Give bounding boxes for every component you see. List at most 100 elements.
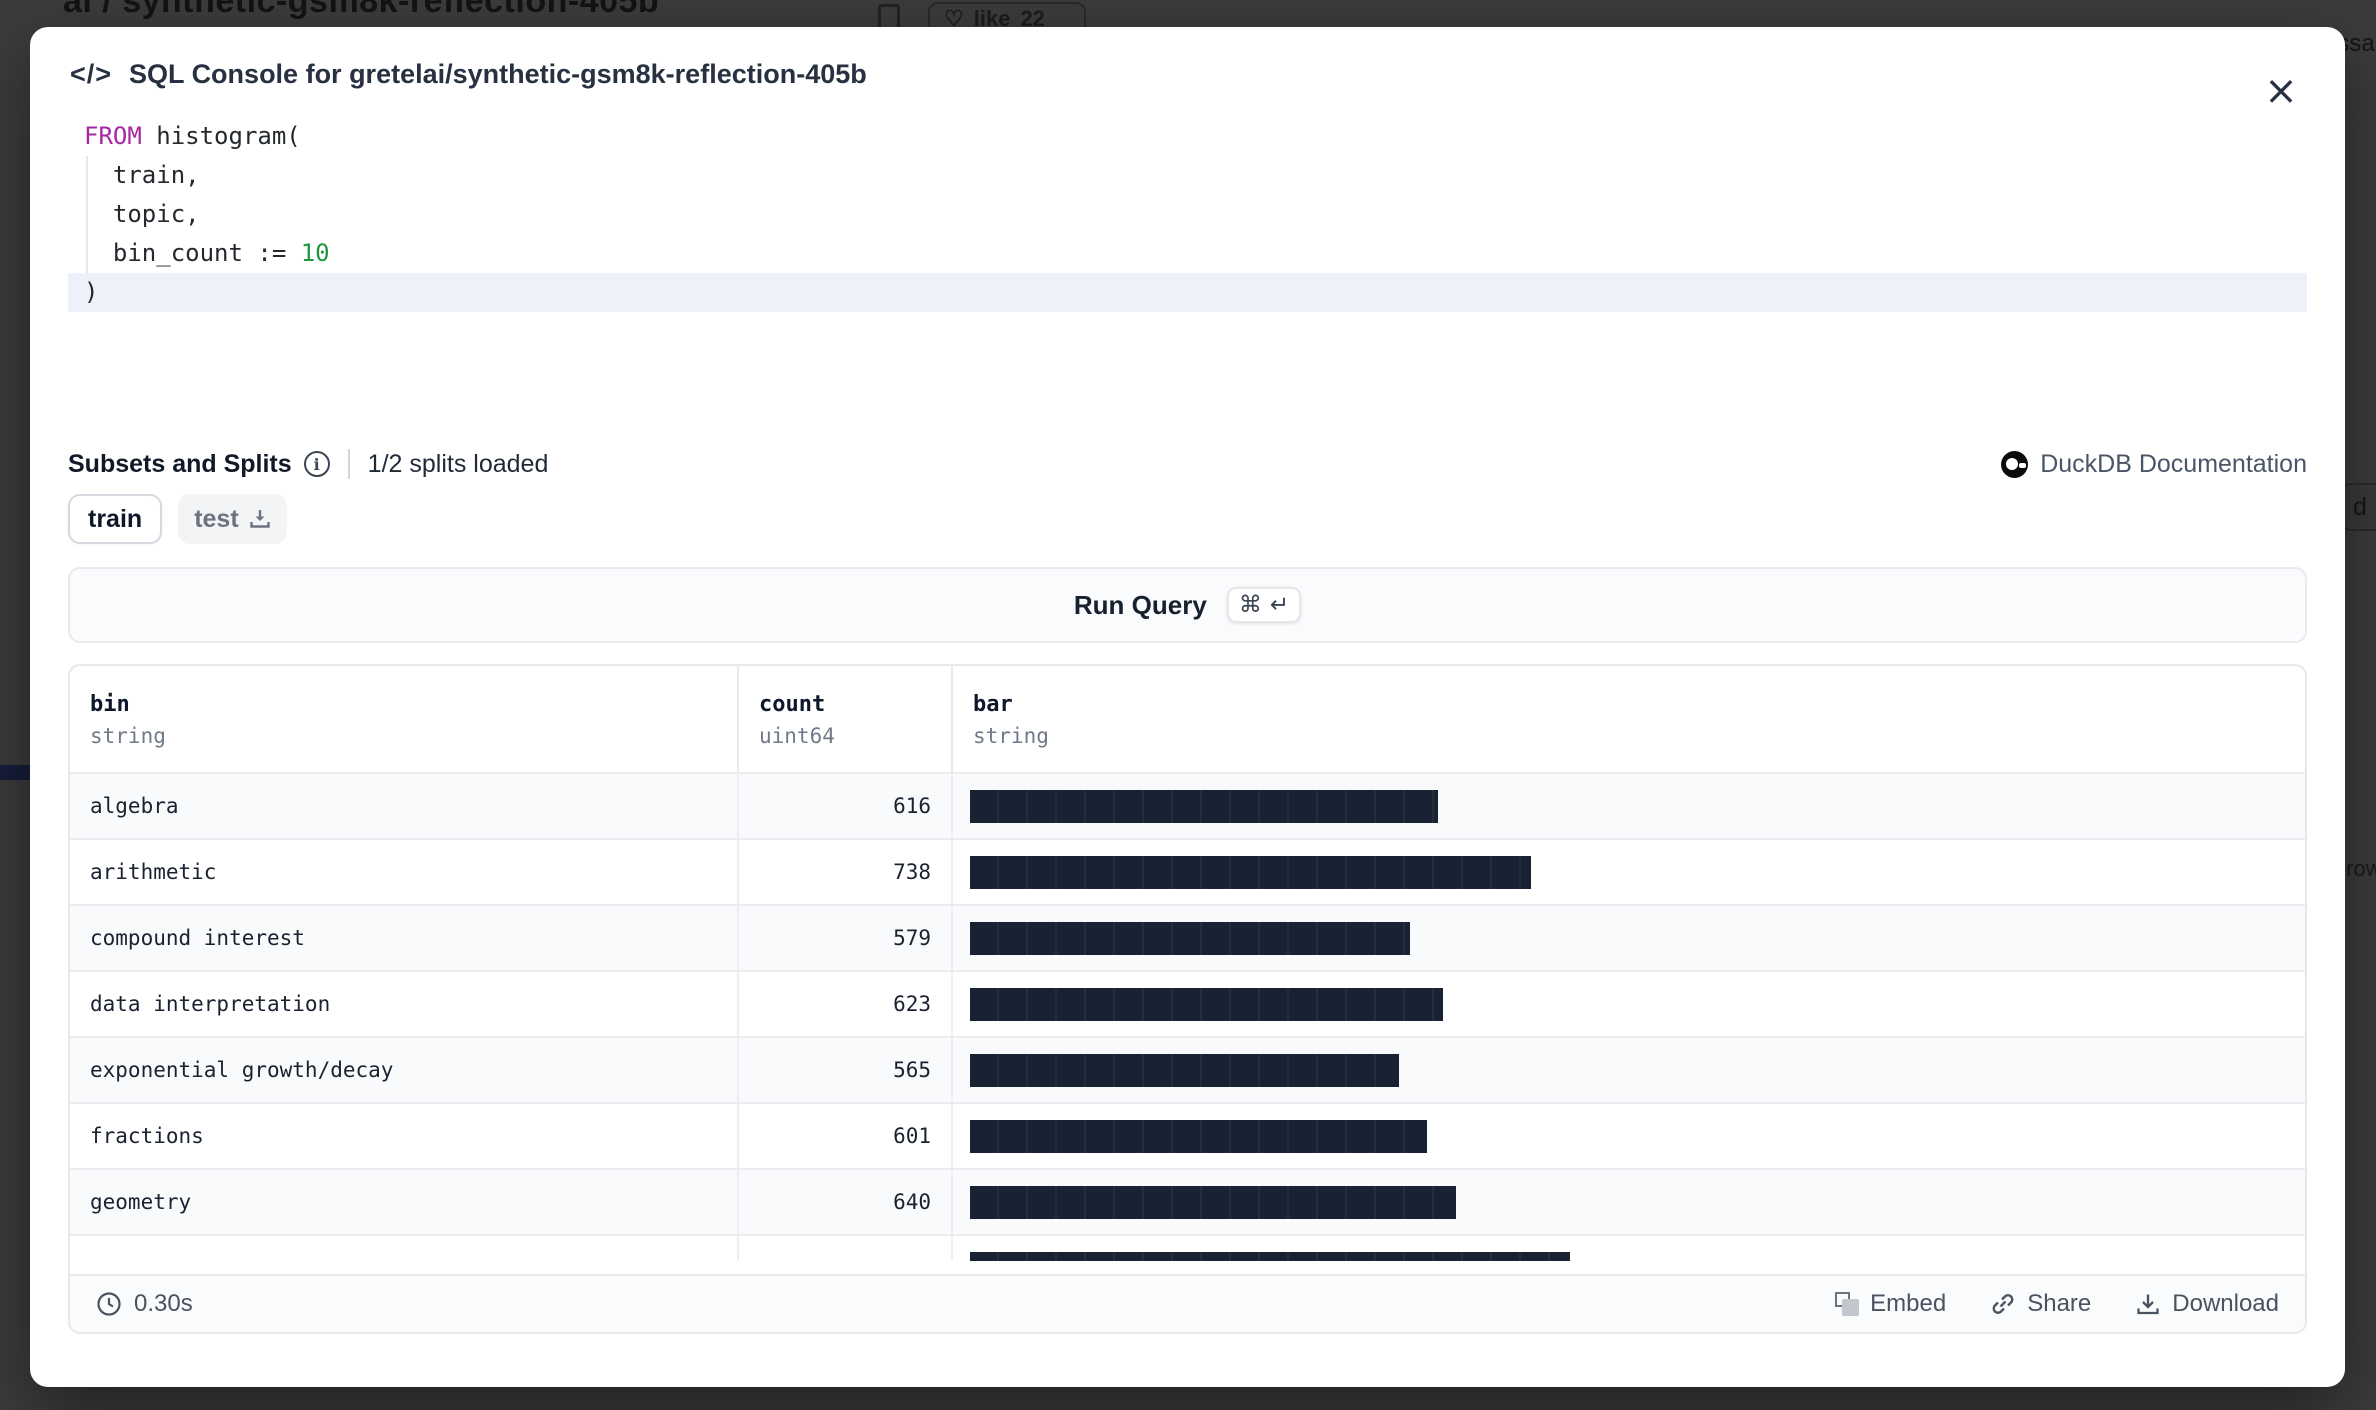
clock-icon — [96, 1291, 122, 1317]
embed-icon — [1835, 1292, 1859, 1316]
close-button[interactable]: × — [2261, 71, 2301, 111]
like-label: like — [974, 6, 1011, 27]
count-cell: 601 — [739, 1104, 953, 1168]
sql-keyword: FROM — [84, 122, 142, 150]
count-cell: 623 — [739, 972, 953, 1036]
table-row — [70, 1234, 2305, 1261]
histogram-bar — [970, 790, 1438, 823]
histogram-bar — [970, 856, 1531, 889]
keyboard-shortcut-badge: ⌘ ↵ — [1227, 587, 1301, 623]
column-type: uint64 — [759, 724, 951, 748]
histogram-bar — [970, 988, 1443, 1021]
split-test-button[interactable]: test — [178, 494, 286, 544]
query-duration: 0.30s — [96, 1290, 193, 1318]
copy-icon — [878, 4, 900, 27]
heart-icon: ♡ — [944, 6, 964, 27]
sql-editor[interactable]: FROM histogram( train, topic, bin_count … — [68, 117, 2307, 312]
count-cell: 565 — [739, 1038, 953, 1102]
divider — [348, 449, 350, 479]
duckdb-documentation-label: DuckDB Documentation — [2040, 450, 2307, 479]
download-icon — [249, 508, 271, 530]
like-count: 22 — [1020, 6, 1044, 27]
column-name: count — [759, 692, 951, 717]
split-test-label: test — [194, 505, 238, 534]
table-footer: 0.30s Embed Share — [70, 1274, 2305, 1332]
cmd-key-icon: ⌘ — [1239, 592, 1262, 618]
table-row: fractions 601 — [70, 1102, 2305, 1168]
bin-cell — [70, 1236, 739, 1261]
sql-number: 10 — [301, 239, 330, 267]
footer-actions: Embed Share Download — [1835, 1290, 2279, 1318]
download-label: Download — [2172, 1290, 2279, 1318]
indent-guide — [86, 156, 88, 273]
split-buttons: train test — [68, 494, 2307, 544]
column-type: string — [973, 724, 2305, 748]
code-line-4: bin_count := 10 — [68, 234, 2307, 273]
backdrop-button-fragment: d — [2341, 483, 2376, 531]
bin-cell: compound interest — [70, 906, 739, 970]
run-query-label: Run Query — [1074, 590, 1207, 621]
share-label: Share — [2027, 1290, 2091, 1318]
code-line-3: topic, — [68, 195, 2307, 234]
bar-cell — [953, 1104, 2305, 1168]
sql-text: histogram( — [142, 122, 301, 150]
bar-cell — [953, 1038, 2305, 1102]
count-cell: 640 — [739, 1170, 953, 1234]
enter-key-icon: ↵ — [1270, 592, 1289, 618]
count-cell: 738 — [739, 840, 953, 904]
count-cell: 616 — [739, 774, 953, 838]
splits-row: Subsets and Splits i 1/2 splits loaded D… — [68, 449, 2307, 479]
table-row: compound interest 579 — [70, 904, 2305, 970]
share-button[interactable]: Share — [1990, 1290, 2091, 1318]
modal-header: </> SQL Console for gretelai/synthetic-g… — [70, 51, 2305, 97]
count-cell: 579 — [739, 906, 953, 970]
duration-label: 0.30s — [134, 1290, 193, 1318]
count-cell — [739, 1236, 953, 1261]
code-line-1: FROM histogram( — [68, 117, 2307, 156]
duckdb-logo-icon — [2001, 451, 2028, 478]
column-header-bin: bin string — [70, 666, 739, 772]
embed-label: Embed — [1870, 1290, 1946, 1318]
column-header-count: count uint64 — [739, 666, 953, 772]
table-row: algebra 616 — [70, 772, 2305, 838]
histogram-bar — [970, 1120, 1427, 1153]
modal-title: SQL Console for gretelai/synthetic-gsm8k… — [129, 59, 867, 90]
bar-cell — [953, 1170, 2305, 1234]
table-row: geometry 640 — [70, 1168, 2305, 1234]
sql-console-modal: </> SQL Console for gretelai/synthetic-g… — [30, 27, 2345, 1387]
results-table: bin string count uint64 bar string algeb… — [68, 664, 2307, 1334]
histogram-bar — [970, 922, 1410, 955]
histogram-bar — [970, 1054, 1399, 1087]
splits-status: 1/2 splits loaded — [368, 450, 549, 479]
bar-cell — [953, 906, 2305, 970]
duckdb-documentation-link[interactable]: DuckDB Documentation — [2001, 450, 2307, 479]
bin-cell: geometry — [70, 1170, 739, 1234]
bar-cell — [953, 840, 2305, 904]
like-button-fragment: ♡ like 22 — [928, 2, 1086, 27]
split-train-button[interactable]: train — [68, 494, 162, 544]
bar-cell — [953, 972, 2305, 1036]
run-query-button[interactable]: Run Query ⌘ ↵ — [68, 567, 2307, 643]
code-line-5-active: ) — [68, 273, 2307, 312]
column-name: bar — [973, 692, 2305, 717]
bin-cell: fractions — [70, 1104, 739, 1168]
column-header-bar: bar string — [953, 666, 2305, 772]
embed-button[interactable]: Embed — [1835, 1290, 1946, 1318]
info-icon[interactable]: i — [304, 451, 330, 477]
download-button[interactable]: Download — [2135, 1290, 2279, 1318]
bar-cell — [953, 774, 2305, 838]
backdrop-top-strip: ai / synthetic-gsm8k-reflection-405b ♡ l… — [0, 0, 2376, 27]
backdrop-dataset-title: ai / synthetic-gsm8k-reflection-405b — [63, 0, 659, 21]
bin-cell: exponential growth/decay — [70, 1038, 739, 1102]
splits-left: Subsets and Splits i 1/2 splits loaded — [68, 449, 548, 479]
bin-cell: arithmetic — [70, 840, 739, 904]
table-header: bin string count uint64 bar string — [70, 666, 2305, 772]
histogram-bar — [970, 1186, 1456, 1219]
bar-cell — [953, 1236, 2305, 1261]
backdrop-selected-row-bar — [0, 765, 30, 780]
code-line-2: train, — [68, 156, 2307, 195]
table-row: data interpretation 623 — [70, 970, 2305, 1036]
code-brackets-icon: </> — [70, 59, 112, 90]
column-name: bin — [90, 692, 737, 717]
sql-text: bin_count := — [113, 239, 301, 267]
